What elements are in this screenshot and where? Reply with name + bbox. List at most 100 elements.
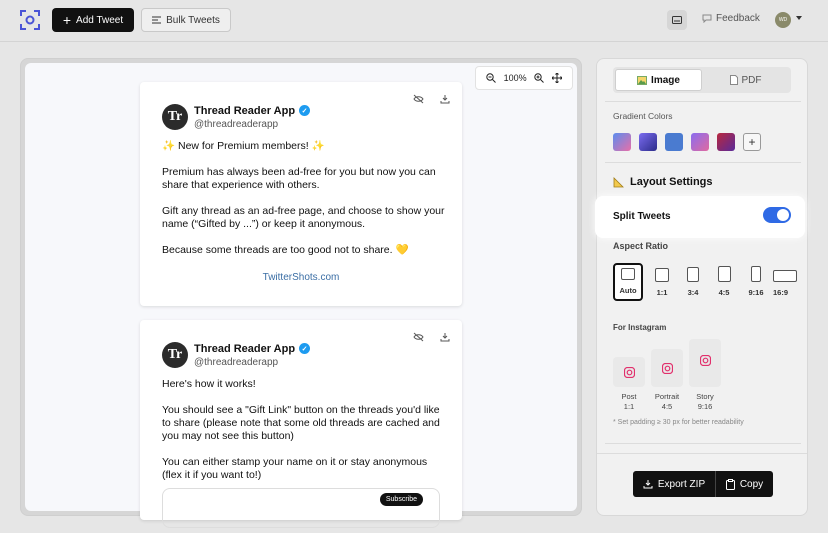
divider — [605, 162, 801, 163]
gradient-swatch[interactable] — [691, 133, 709, 151]
insta-post-preset[interactable] — [613, 357, 645, 387]
watermark-credit: TwitterShots.com — [262, 272, 340, 283]
subscribe-button[interactable]: Subscribe — [379, 493, 423, 506]
bulk-tweets-button[interactable]: Bulk Tweets — [141, 8, 231, 32]
split-tweets-row: Split Tweets — [595, 196, 805, 238]
tweet-paragraph: Because some threads are too good not to… — [162, 244, 409, 256]
export-zip-label: Export ZIP — [657, 478, 706, 490]
top-bar: + Add Tweet Bulk Tweets Feedback WD — [0, 0, 828, 42]
ratio-shape — [751, 266, 761, 282]
chat-bubble-icon — [702, 14, 712, 23]
feedback-link[interactable]: Feedback — [702, 13, 760, 24]
tweet-actions — [413, 332, 450, 342]
move-icon[interactable] — [552, 73, 563, 83]
download-icon[interactable] — [440, 94, 450, 104]
tweet-paragraph: Gift any thread as an ad-free page, and … — [162, 205, 445, 230]
ratio-3-4[interactable]: 3:4 — [678, 263, 708, 301]
tab-pdf-label: PDF — [741, 74, 762, 86]
list-icon — [152, 16, 162, 24]
copy-button[interactable]: Copy — [715, 471, 773, 497]
tweet-author: Tr Thread Reader App ✓ @threadreaderapp — [162, 104, 311, 130]
tweet-body: ✨ New for Premium members! ✨ Premium has… — [162, 140, 447, 270]
bulk-tweets-label: Bulk Tweets — [166, 14, 220, 26]
app-logo-icon[interactable] — [20, 10, 40, 30]
ratio-auto[interactable]: Auto — [613, 263, 643, 301]
add-tweet-button[interactable]: + Add Tweet — [52, 8, 134, 32]
download-icon — [643, 480, 653, 489]
gradient-swatch[interactable] — [665, 133, 683, 151]
tab-image[interactable]: Image — [615, 69, 702, 91]
zoom-controls: 100% — [475, 66, 573, 90]
tweet-paragraph: Premium has always been ad-free for you … — [162, 166, 436, 191]
copy-label: Copy — [739, 478, 764, 490]
gradient-swatch[interactable] — [639, 133, 657, 151]
preset-ratio: 1:1 — [623, 402, 635, 411]
gradient-swatch[interactable] — [613, 133, 631, 151]
tweet-card[interactable]: Tr Thread Reader App ✓ @threadreaderapp ✨… — [140, 82, 462, 306]
tweet-card[interactable]: Tr Thread Reader App ✓ @threadreaderapp H… — [140, 320, 462, 528]
hide-icon[interactable] — [413, 332, 424, 342]
pdf-file-icon — [729, 75, 738, 85]
feedback-label: Feedback — [716, 13, 760, 24]
author-handle: @threadreaderapp — [194, 118, 279, 130]
aspect-ratio-label: Aspect Ratio — [613, 241, 669, 251]
ratio-shape — [655, 268, 669, 282]
tab-pdf[interactable]: PDF — [702, 69, 789, 91]
clipboard-icon — [725, 478, 735, 490]
ratio-label: 4:5 — [718, 288, 730, 297]
author-handle: @threadreaderapp — [194, 356, 279, 368]
ratio-shape — [717, 266, 731, 282]
plus-icon: + — [62, 12, 72, 28]
hide-icon[interactable] — [413, 94, 424, 104]
image-icon — [637, 75, 648, 85]
insta-story-preset[interactable] — [689, 339, 721, 387]
gradient-swatch[interactable] — [717, 133, 735, 151]
preset-name: Post — [621, 392, 637, 401]
zoom-in-icon[interactable] — [534, 73, 545, 83]
add-gradient-button[interactable]: + — [743, 133, 761, 151]
embedded-preview: Subscribe — [162, 488, 440, 528]
ratio-shape — [621, 268, 635, 280]
ratio-4-5[interactable]: 4:5 — [709, 263, 739, 301]
keyboard-icon — [672, 16, 682, 24]
tab-image-label: Image — [651, 74, 680, 86]
zoom-level: 100% — [503, 73, 527, 83]
author-avatar: Tr — [162, 342, 188, 368]
split-tweets-label: Split Tweets — [613, 211, 671, 222]
ratio-shape — [687, 267, 699, 282]
tweet-paragraph: You can either stamp your name on it or … — [162, 456, 428, 481]
preset-ratio: 4:5 — [661, 402, 673, 411]
ratio-label: 1:1 — [656, 288, 668, 297]
ratio-16-9[interactable]: 16:9 — [773, 263, 801, 301]
chevron-down-icon[interactable] — [796, 16, 802, 20]
insta-post-label: Post 1:1 — [609, 392, 649, 412]
export-zip-button[interactable]: Export ZIP — [633, 471, 715, 497]
insta-story-label: Story 9:16 — [685, 392, 725, 412]
format-toggle: Image PDF — [613, 67, 791, 93]
divider — [605, 443, 801, 444]
split-tweets-toggle[interactable] — [763, 207, 791, 223]
layout-settings-label: Layout Settings — [630, 176, 713, 188]
preset-name: Portrait — [654, 392, 680, 401]
ruler-icon — [613, 176, 624, 187]
ratio-label: 9:16 — [748, 288, 764, 297]
ratio-label: 16:9 — [773, 288, 789, 297]
divider — [605, 101, 801, 102]
instagram-icon — [699, 355, 711, 366]
ratio-9-16[interactable]: 9:16 — [741, 263, 771, 301]
settings-panel: Image PDF Gradient Colors + Layout Setti… — [595, 58, 808, 516]
download-icon[interactable] — [440, 332, 450, 342]
ratio-1-1[interactable]: 1:1 — [647, 263, 677, 301]
tweet-actions — [413, 94, 450, 104]
verified-badge-icon: ✓ — [299, 343, 311, 354]
insta-portrait-preset[interactable] — [651, 349, 683, 387]
instagram-icon — [661, 362, 673, 374]
ratio-label: 3:4 — [687, 288, 699, 297]
author-avatar: Tr — [162, 104, 188, 130]
preset-ratio: 9:16 — [697, 402, 713, 411]
instagram-icon — [623, 366, 635, 378]
keyboard-button[interactable] — [667, 10, 687, 30]
user-avatar[interactable]: WD — [775, 12, 791, 28]
zoom-out-icon[interactable] — [486, 73, 496, 83]
author-name: Thread Reader App — [194, 342, 296, 355]
